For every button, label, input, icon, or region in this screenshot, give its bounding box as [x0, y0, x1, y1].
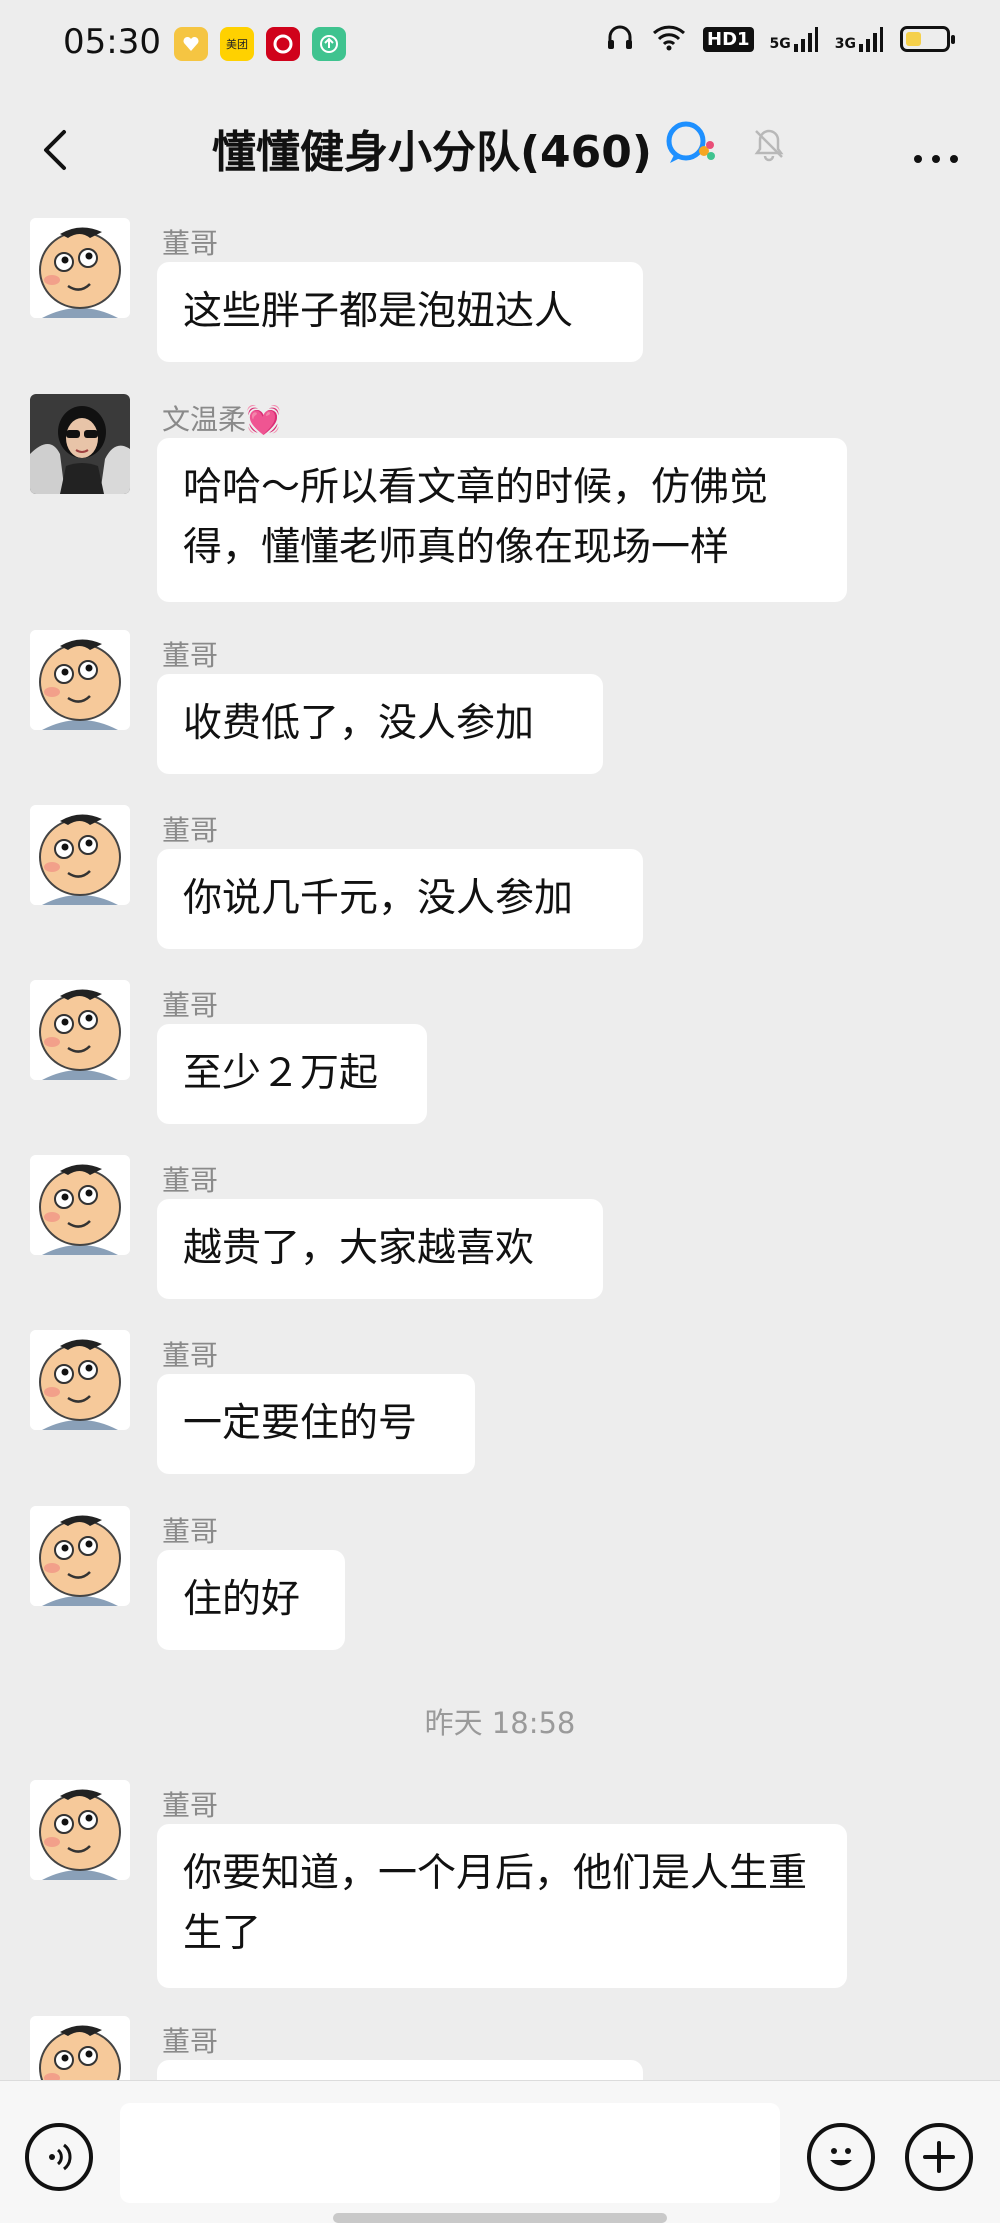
- battery-level: [906, 32, 921, 46]
- chat-timestamp: 昨天 18:58: [424, 1706, 576, 1740]
- plus-icon: [923, 2141, 955, 2173]
- message-bubble[interactable]: 你要知道，一个月后，他们是人生重生了: [157, 1824, 847, 1988]
- heart-app-icon: [174, 27, 208, 61]
- avatar[interactable]: [30, 805, 130, 905]
- cmb-bank-app-icon: [266, 27, 300, 61]
- headphones-icon: [605, 22, 635, 56]
- message-bubble[interactable]: 一定要住的号: [157, 1374, 475, 1474]
- avatar[interactable]: [30, 1506, 130, 1606]
- smiley-icon: [830, 2148, 852, 2166]
- group-title: 懂懂健身小分队(460): [211, 127, 653, 178]
- message-bubble[interactable]: 你说几千元，没人参加: [157, 849, 643, 949]
- wifi-icon: [651, 22, 687, 56]
- battery-icon: [900, 26, 955, 52]
- signal-5g-icon: 5G: [770, 26, 819, 52]
- meituan-app-icon: 美团: [220, 27, 254, 61]
- sender-name: 董哥: [162, 814, 219, 847]
- sender-name: 文温柔💓: [162, 403, 281, 436]
- message-bubble[interactable]: 至少２万起: [157, 1024, 427, 1124]
- avatar[interactable]: [30, 1780, 130, 1880]
- message-input[interactable]: [120, 2103, 780, 2203]
- avatar[interactable]: [30, 1330, 130, 1430]
- avatar[interactable]: [30, 394, 130, 494]
- mute-bell-icon: [750, 123, 788, 174]
- sender-name: 董哥: [162, 227, 219, 260]
- avatar[interactable]: [30, 1155, 130, 1255]
- avatar[interactable]: [30, 218, 130, 318]
- sender-name: 董哥: [162, 1339, 219, 1372]
- sender-name: 董哥: [162, 2025, 219, 2058]
- status-bar: 05:30 美团 HD1 5G 3G: [0, 0, 1000, 90]
- status-time: 05:30: [63, 22, 161, 62]
- more-dots-icon: [914, 155, 958, 163]
- message-bubble[interactable]: 这些胖子都是泡妞达人: [157, 262, 643, 362]
- avatar[interactable]: [30, 980, 130, 1080]
- message-bubble[interactable]: 收费低了，没人参加: [157, 674, 603, 774]
- sender-name: 董哥: [162, 1515, 219, 1548]
- sender-name: 董哥: [162, 639, 219, 672]
- message-bubble[interactable]: 住的好: [157, 1550, 345, 1650]
- chat-header: 懂懂健身小分队(460): [0, 90, 1000, 210]
- avatar[interactable]: [30, 630, 130, 730]
- more-options-button[interactable]: [905, 2123, 973, 2191]
- emoji-button[interactable]: [807, 2123, 875, 2191]
- message-bubble[interactable]: 哈哈～所以看文章的时候，仿佛觉得，懂懂老师真的像在现场一样: [157, 438, 847, 602]
- more-menu-button[interactable]: [912, 130, 960, 176]
- group-chat-icon: [664, 119, 720, 178]
- sender-name: 董哥: [162, 1164, 219, 1197]
- message-bubble[interactable]: 越贵了，大家越喜欢: [157, 1199, 603, 1299]
- voice-icon: [49, 2143, 72, 2171]
- signal-3g-icon: 3G: [835, 26, 884, 52]
- sender-name: 董哥: [162, 1789, 219, 1822]
- hd-badge: HD1: [703, 26, 754, 52]
- upload-app-icon: [312, 27, 346, 61]
- sender-name: 董哥: [162, 989, 219, 1022]
- input-bar: [0, 2080, 1000, 2223]
- voice-button[interactable]: [25, 2123, 93, 2191]
